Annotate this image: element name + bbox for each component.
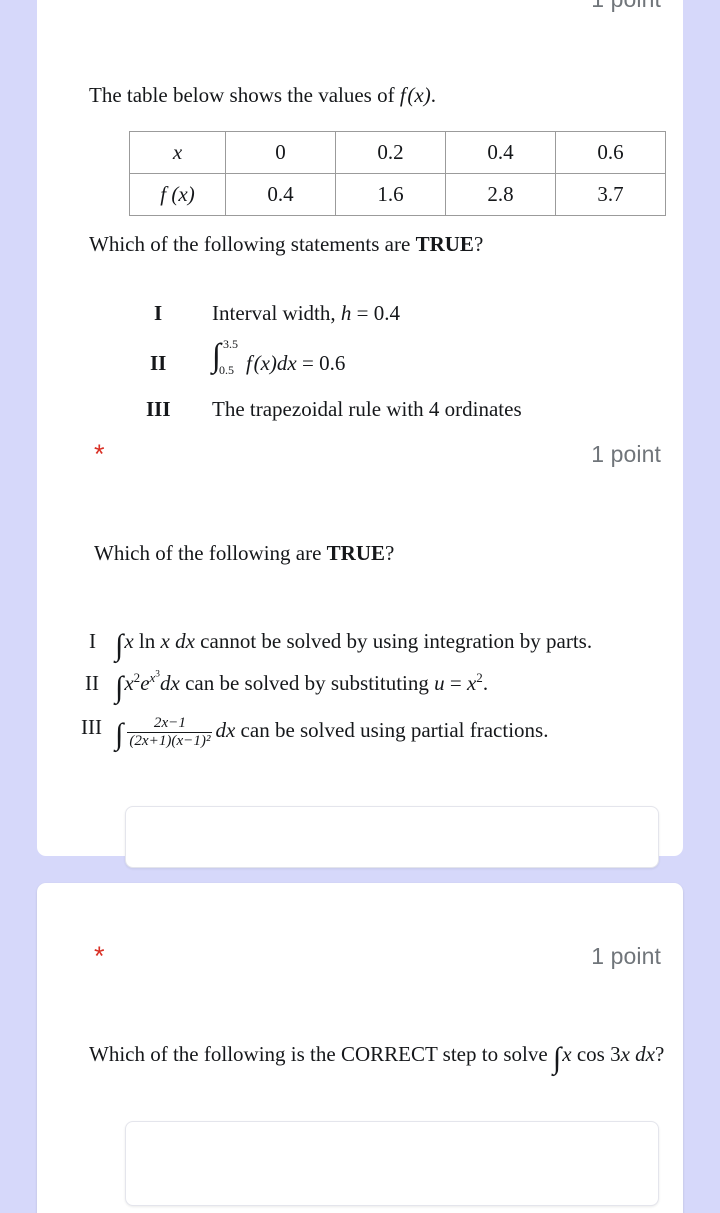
prompt-post: ? <box>473 232 484 256</box>
statement-tail: cannot be solved by using integration by… <box>194 629 593 653</box>
table-cell: 3.7 <box>555 173 666 216</box>
required-asterisk: * <box>94 0 105 13</box>
statement-numeral: III <box>81 715 102 739</box>
question-3-header: * 1 point <box>37 943 683 977</box>
integrand-x: x <box>124 629 134 653</box>
statement-math-eq: = 0.4 <box>351 301 400 325</box>
prompt-pre: Which of the following statements are <box>89 232 416 256</box>
prompt-emphasis: TRUE <box>326 541 386 565</box>
statement-text: ∫x2ex3dx can be solved by substituting u… <box>115 670 489 702</box>
table-cell: 0.2 <box>335 131 446 174</box>
question-1-prompt: Which of the following statements are TR… <box>89 231 483 258</box>
table-row: x 0 0.2 0.4 0.6 <box>129 131 666 174</box>
definite-integral-icon: ∫ 3.5 0.5 <box>212 337 238 378</box>
integrand-xdx: x dx <box>160 629 195 653</box>
required-asterisk: * <box>94 941 105 971</box>
table-row: f (x) 0.4 1.6 2.8 3.7 <box>129 173 666 216</box>
question-3-prompt: Which of the following is the CORRECT st… <box>89 1041 665 1073</box>
statement-numeral: II <box>85 671 99 695</box>
statement-math: ∫ 3.5 0.5 f (x)dx = 0.6 <box>212 337 346 378</box>
u-variable: u <box>434 671 445 695</box>
integrand: f (x) <box>246 351 277 375</box>
fraction-denominator: (2x+1)(x−1)² <box>127 731 213 749</box>
fraction: 2x−1 (2x+1)(x−1)² <box>127 715 213 750</box>
points-label: 1 point <box>591 0 661 13</box>
table-cell: 0.4 <box>225 173 336 216</box>
quiz-page: * 1 point The table below shows the valu… <box>0 0 720 1213</box>
e-base: e <box>140 671 150 695</box>
integral-upper-limit: 3.5 <box>223 337 238 352</box>
question-card-two: * 1 point Which of the following is the … <box>37 883 683 1213</box>
statement-numeral: I <box>154 301 163 325</box>
statement-tail-end: . <box>482 671 489 695</box>
u-equals: = <box>444 671 467 695</box>
statement-text: ∫ 2x−1 (2x+1)(x−1)² dx can be solved usi… <box>115 715 548 750</box>
statement-numeral: I <box>89 629 96 653</box>
integral-equals: = 0.6 <box>296 351 346 375</box>
ln-operator: ln <box>133 629 161 653</box>
u-value-base: x <box>466 671 477 695</box>
question-3-answer-option[interactable] <box>125 1121 659 1206</box>
values-table: x 0 0.2 0.4 0.6 f (x) 0.4 1.6 2.8 3.7 <box>129 131 666 216</box>
prompt-math-x: x <box>562 1042 572 1066</box>
question-2-header: * 1 point <box>37 441 683 475</box>
table-cell: 0.6 <box>555 131 666 174</box>
statement-tail-mid: can be solved by substituting <box>179 671 435 695</box>
differential: dx <box>159 671 180 695</box>
prompt-emphasis: TRUE <box>415 232 474 256</box>
question-1-header: * 1 point <box>37 0 683 20</box>
e-exponent: x3 <box>150 670 160 685</box>
statement-math-var: h <box>340 301 352 325</box>
integral-icon: ∫ <box>115 716 124 751</box>
table-cell: 0 <box>225 131 336 174</box>
intro-math: f (x) <box>399 83 431 107</box>
table-cell: 1.6 <box>335 173 446 216</box>
statement-text: The trapezoidal rule with 4 ordinates <box>212 397 522 421</box>
statement-text-pre: Interval width, <box>212 301 341 325</box>
integral-icon: ∫ <box>115 627 124 662</box>
integral-icon: ∫ <box>552 1040 562 1075</box>
question-2-answer-option[interactable] <box>125 806 659 868</box>
required-asterisk: * <box>94 439 105 469</box>
table-row-header: x <box>129 131 226 174</box>
prompt-pre: Which of the following is the CORRECT st… <box>89 1042 553 1066</box>
integral-lower-limit: 0.5 <box>219 363 234 378</box>
intro-period: . <box>430 83 436 107</box>
question-2-prompt: Which of the following are TRUE? <box>94 540 394 567</box>
differential: dx <box>215 718 236 743</box>
prompt-math-x2: x <box>620 1042 630 1066</box>
statement-numeral: III <box>146 397 171 421</box>
statement-numeral: II <box>150 351 167 375</box>
table-row-header: f (x) <box>129 173 226 216</box>
integral-icon: ∫ <box>115 669 124 704</box>
question-card-one: * 1 point The table below shows the valu… <box>37 0 683 868</box>
statement-tail: can be solved using partial fractions. <box>235 718 549 743</box>
prompt-pre: Which of the following are <box>94 541 327 565</box>
prompt-math-cos: cos 3 <box>571 1042 621 1066</box>
fraction-numerator: 2x−1 <box>153 715 186 731</box>
prompt-post: ? <box>385 541 395 565</box>
statement-text: Interval width, h = 0.4 <box>212 301 400 326</box>
table-cell: 0.4 <box>445 131 556 174</box>
statement-text: ∫x ln x dx cannot be solved by using int… <box>115 629 593 660</box>
points-label: 1 point <box>591 441 661 467</box>
differential: dx <box>276 351 297 375</box>
table-cell: 2.8 <box>445 173 556 216</box>
question-1-intro: The table below shows the values of f (x… <box>89 82 436 109</box>
prompt-post: ? <box>655 1042 665 1066</box>
intro-text: The table below shows the values of <box>89 83 400 107</box>
x-base: x <box>124 671 134 695</box>
prompt-math-dx: dx <box>629 1042 655 1066</box>
points-label: 1 point <box>591 943 661 969</box>
